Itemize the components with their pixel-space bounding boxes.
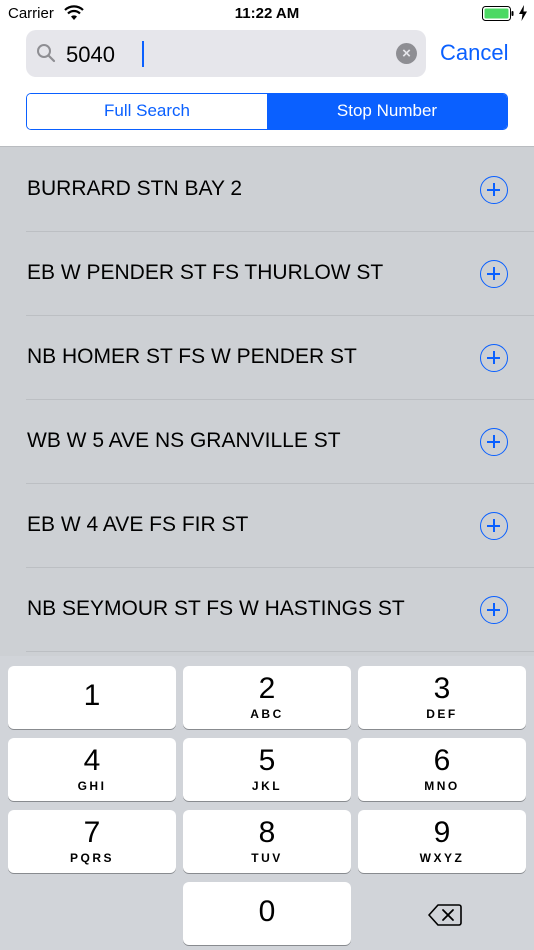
key-number: 9 [433, 816, 451, 849]
search-input[interactable] [66, 30, 386, 77]
segment-full-search[interactable]: Full Search [27, 94, 267, 129]
text-caret [142, 41, 144, 67]
key-number: 7 [83, 816, 101, 849]
add-icon[interactable] [480, 176, 508, 204]
key-letters: TUV [251, 851, 283, 865]
key-number: 5 [258, 744, 276, 777]
key-letters: GHI [77, 779, 107, 793]
add-icon[interactable] [480, 344, 508, 372]
key-8[interactable]: 8 TUV [183, 810, 351, 873]
key-4[interactable]: 4 GHI [8, 738, 176, 801]
key-0[interactable]: 0 [183, 882, 351, 945]
add-icon[interactable] [480, 260, 508, 288]
search-row: × Cancel [0, 30, 534, 78]
key-number: 2 [258, 672, 276, 705]
list-item[interactable]: EB W PENDER ST FS THURLOW ST [0, 232, 534, 316]
key-6[interactable]: 6 MNO [358, 738, 526, 801]
key-number: 0 [258, 895, 276, 928]
add-icon[interactable] [480, 596, 508, 624]
list-item[interactable]: BURRARD STN BAY 2 [0, 148, 534, 232]
clear-icon[interactable]: × [396, 43, 417, 64]
key-number: 4 [83, 744, 101, 777]
list-item[interactable]: EB W 4 AVE FS FIR ST [0, 484, 534, 568]
status-bar: Carrier 11:22 AM [0, 0, 534, 28]
key-7[interactable]: 7 PQRS [8, 810, 176, 873]
battery-icon [482, 6, 514, 21]
add-icon[interactable] [480, 512, 508, 540]
search-bar[interactable]: × [26, 30, 426, 77]
key-1[interactable]: 1 [8, 666, 176, 729]
key-letters: JKL [251, 779, 283, 793]
stop-name: BURRARD STN BAY 2 [27, 177, 243, 200]
divider [26, 651, 534, 652]
search-icon [37, 44, 56, 63]
key-2[interactable]: 2 ABC [183, 666, 351, 729]
key-letters: WXYZ [419, 851, 465, 865]
key-3[interactable]: 3 DEF [358, 666, 526, 729]
key-number: 1 [83, 679, 101, 712]
key-letters: DEF [426, 707, 458, 721]
key-9[interactable]: 9 WXYZ [358, 810, 526, 873]
key-number: 3 [433, 672, 451, 705]
segment-stop-number[interactable]: Stop Number [267, 94, 507, 129]
list-item[interactable]: WB W 5 AVE NS GRANVILLE ST [0, 400, 534, 484]
stop-name: WB W 5 AVE NS GRANVILLE ST [27, 429, 341, 452]
key-number: 8 [258, 816, 276, 849]
status-time: 11:22 AM [234, 5, 300, 22]
stop-name: NB SEYMOUR ST FS W HASTINGS ST [27, 597, 405, 620]
key-letters: MNO [424, 779, 460, 793]
header-panel: Carrier 11:22 AM × Cancel Full Se [0, 0, 534, 147]
key-letters: PQRS [69, 851, 114, 865]
search-mode-segmented-control: Full Search Stop Number [26, 93, 508, 130]
charging-icon [519, 5, 527, 21]
stop-name: EB W 4 AVE FS FIR ST [27, 513, 249, 536]
list-item[interactable]: NB SEYMOUR ST FS W HASTINGS ST [0, 568, 534, 652]
key-5[interactable]: 5 JKL [183, 738, 351, 801]
key-letters: ABC [250, 707, 284, 721]
list-item[interactable]: NB HOMER ST FS W PENDER ST [0, 316, 534, 400]
stop-name: NB HOMER ST FS W PENDER ST [27, 345, 357, 368]
numeric-keypad: 1 2 ABC 3 DEF 4 GHI 5 JKL 6 MNO 7 PQRS 8… [0, 656, 534, 950]
backspace-icon[interactable] [428, 904, 462, 926]
add-icon[interactable] [480, 428, 508, 456]
stop-name: EB W PENDER ST FS THURLOW ST [27, 261, 384, 284]
key-number: 6 [433, 744, 451, 777]
results-list: BURRARD STN BAY 2 EB W PENDER ST FS THUR… [0, 148, 534, 652]
cancel-button[interactable]: Cancel [440, 40, 508, 66]
